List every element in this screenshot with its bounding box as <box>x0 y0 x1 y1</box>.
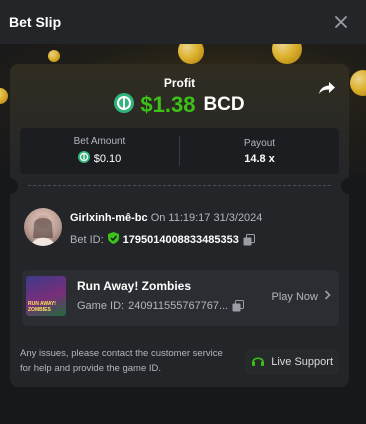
game-id-value: 240911555767767... <box>128 300 229 312</box>
gold-coin-decoration <box>178 44 204 64</box>
ticket-notch-right <box>341 178 357 194</box>
game-id-line: Game ID: 240911555767767... <box>77 300 245 312</box>
bet-id-line: Bet ID: 1795014008833485353 <box>70 232 255 247</box>
game-id-label: Game ID: <box>77 300 125 312</box>
copy-icon[interactable] <box>243 233 255 246</box>
play-now-label: Play Now <box>271 290 318 303</box>
profit-row: $1.38 BCD <box>10 92 349 118</box>
header-bar: Bet Slip <box>0 0 366 44</box>
bet-amount-value: $0.10 <box>93 152 122 165</box>
chevron-right-icon <box>324 290 331 303</box>
game-info-box: RUN AWAY! ZOMBIES Run Away! Zombies Game… <box>22 270 339 326</box>
profit-value: $1.38 <box>140 92 196 117</box>
bcd-coin-icon <box>77 151 90 166</box>
bet-time: On 11:19:17 31/3/2024 <box>150 212 263 224</box>
profit-label: Profit <box>163 76 196 90</box>
live-support-label: Live Support <box>271 356 333 368</box>
game-title[interactable]: Run Away! Zombies <box>77 279 191 293</box>
support-notice: Any issues, please contact the customer … <box>20 348 223 375</box>
payout-value: 14.8 x <box>244 152 275 165</box>
gold-coin-decoration <box>272 44 302 64</box>
bet-id-value: 1795014008833485353 <box>122 233 239 246</box>
close-icon[interactable] <box>332 13 350 31</box>
user-info-line: Girlxinh-mê-bc On 11:19:17 31/3/2024 <box>70 212 262 224</box>
game-thumbnail[interactable]: RUN AWAY! ZOMBIES <box>26 276 66 316</box>
bet-id-label: Bet ID: <box>70 233 104 246</box>
bet-slip-card: Profit $1.38 BCD Bet Amount $0.10 Payout… <box>2 64 357 387</box>
page-title: Bet Slip <box>9 14 62 30</box>
verified-shield-icon <box>107 232 119 247</box>
game-thumbnail-text: RUN AWAY! ZOMBIES <box>28 301 56 313</box>
ticket-notch-left <box>2 178 18 194</box>
headset-icon <box>251 354 265 371</box>
copy-icon[interactable] <box>232 300 245 312</box>
user-row: Girlxinh-mê-bc On 11:19:17 31/3/2024 Bet… <box>24 208 334 252</box>
live-support-button[interactable]: Live Support <box>245 349 339 375</box>
payout-column: Payout 14.8 x <box>180 128 339 174</box>
amounts-panel: Bet Amount $0.10 Payout 14.8 x <box>20 128 339 174</box>
play-now-button[interactable]: Play Now <box>272 290 331 303</box>
profit-currency: BCD <box>203 94 245 115</box>
bet-amount-value-row: $0.10 <box>77 151 122 166</box>
avatar[interactable] <box>24 208 62 246</box>
bet-amount-column: Bet Amount $0.10 <box>20 128 179 174</box>
gold-coin-decoration <box>350 70 366 96</box>
bet-amount-label: Bet Amount <box>73 136 126 147</box>
dashed-divider <box>28 185 331 186</box>
bcd-coin-icon <box>114 92 135 118</box>
gold-coin-decoration <box>0 88 8 104</box>
gold-coin-decoration <box>48 50 60 62</box>
share-icon[interactable] <box>317 78 337 98</box>
payout-label: Payout <box>243 137 276 149</box>
user-name[interactable]: Girlxinh-mê-bc <box>70 212 148 224</box>
